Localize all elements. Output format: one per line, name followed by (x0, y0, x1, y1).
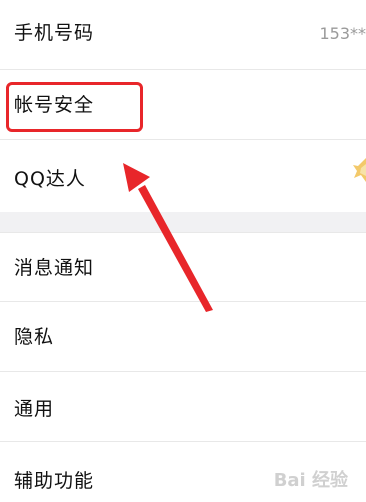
settings-item-label: 消息通知 (14, 257, 95, 279)
settings-item-label: 辅助功能 (14, 470, 95, 492)
settings-item-general[interactable]: 通用 (0, 372, 366, 442)
settings-item-label: QQ达人 (14, 168, 86, 190)
settings-item-notifications[interactable]: 消息通知 (0, 232, 366, 302)
settings-item-qq-expert[interactable]: QQ达人 (0, 140, 366, 212)
annotation-highlight-box (6, 82, 143, 132)
phone-number-value: 153** (319, 24, 366, 43)
qq-expert-badge-icon (353, 158, 366, 182)
settings-item-label: 通用 (14, 398, 55, 420)
settings-item-label: 隐私 (14, 326, 55, 348)
settings-item-phone[interactable]: 手机号码 153** (0, 0, 366, 70)
settings-item-label: 手机号码 (14, 22, 95, 44)
settings-item-privacy[interactable]: 隐私 (0, 302, 366, 372)
section-divider (0, 212, 366, 232)
watermark-text: Bai 经验 (273, 470, 348, 491)
